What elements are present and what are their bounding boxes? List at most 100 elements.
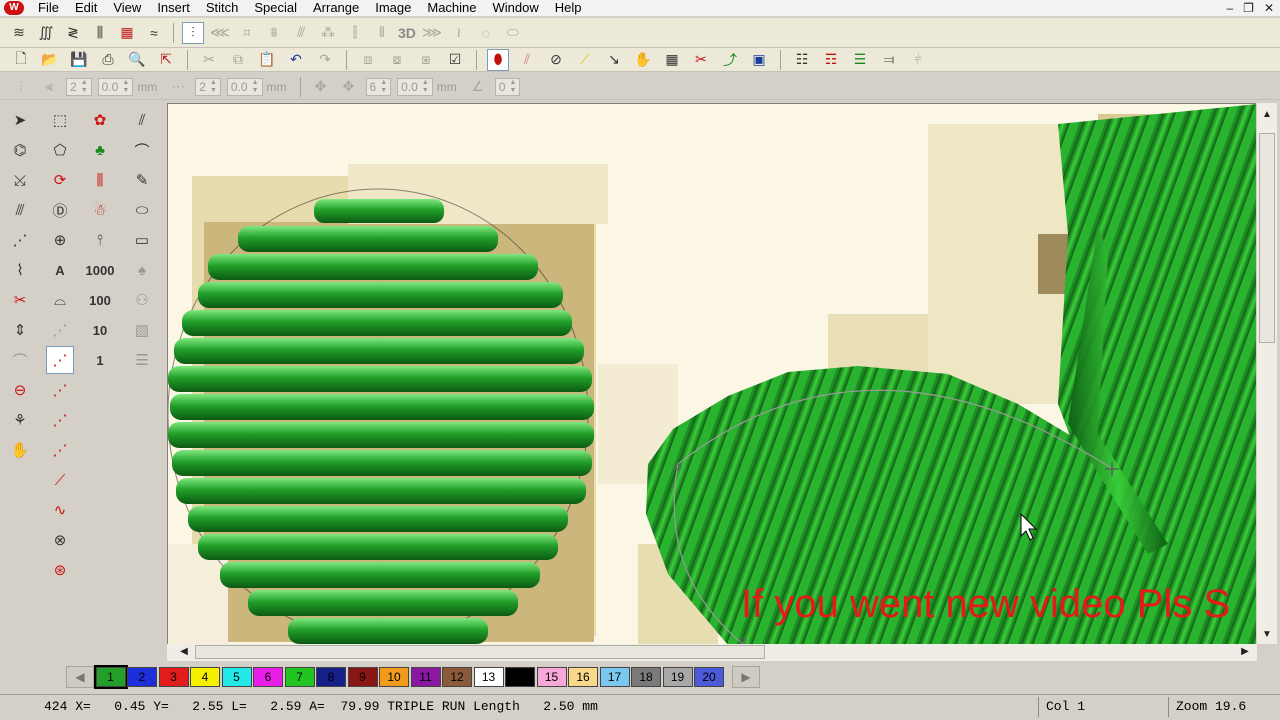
horizontal-scroll-thumb[interactable] <box>195 645 765 659</box>
color-swatch-6[interactable]: 6 <box>253 667 283 687</box>
menu-help[interactable]: Help <box>547 0 590 16</box>
satin-run-icon[interactable]: ⋰ <box>46 406 74 434</box>
zigzag-stitch-icon[interactable]: ≷ <box>62 22 84 44</box>
arch-text-icon[interactable]: ⌓ <box>46 286 74 314</box>
pattern-fill-icon[interactable]: ⌗ <box>236 22 258 44</box>
arc-tool-icon[interactable]: ⌒ <box>128 136 156 164</box>
select-arrow-icon[interactable]: ➤ <box>6 106 34 134</box>
menu-edit[interactable]: Edit <box>67 0 105 16</box>
angle-spinner[interactable]: 0 ▲ ▼ <box>494 77 521 96</box>
check-icon[interactable]: ☑ <box>444 49 466 71</box>
repeat-spinner[interactable]: 2 ▲ ▼ <box>195 77 221 96</box>
node-line-icon[interactable]: ⟋ <box>46 466 74 494</box>
show-jumps-icon[interactable]: ✂ <box>690 49 712 71</box>
design-canvas[interactable]: If you went new video Pls S <box>167 103 1256 644</box>
circle-run-icon[interactable]: ⊖ <box>6 376 34 404</box>
save-icon[interactable]: 💾 <box>68 49 90 71</box>
show-fabric-icon[interactable]: ⫽ <box>516 49 538 71</box>
menu-window[interactable]: Window <box>485 0 547 16</box>
stitch-count-100[interactable]: 100 <box>86 286 114 314</box>
contour-fill-icon[interactable]: ⩩ <box>263 22 285 44</box>
parallel-lines-icon[interactable]: ⫽ <box>128 106 156 134</box>
color-sort-icon[interactable]: ⚘ <box>6 406 34 434</box>
emboss-fill-icon[interactable]: ⫻ <box>290 22 312 44</box>
menu-special[interactable]: Special <box>246 0 305 16</box>
redo-icon[interactable]: ↷ <box>314 49 336 71</box>
copy-icon[interactable]: ⧉ <box>227 49 249 71</box>
ungroup-icon[interactable]: ⧇ <box>386 49 408 71</box>
node-edit-icon[interactable]: ⤩ <box>6 166 34 194</box>
vertical-scrollbar[interactable]: ▲ ▼ <box>1257 103 1277 644</box>
cut-stitch-icon[interactable]: ✂ <box>6 286 34 314</box>
rotate-icon[interactable]: ⟳ <box>46 166 74 194</box>
open-folder-icon[interactable]: 📂 <box>39 49 61 71</box>
color-swatch-9[interactable]: 9 <box>347 667 378 687</box>
hand-tool-icon[interactable]: ✋ <box>632 49 654 71</box>
color-swatch-19[interactable]: 19 <box>662 667 693 687</box>
image-edit-icon[interactable]: ▧ <box>128 316 156 344</box>
color-swatch-2[interactable]: 2 <box>127 667 157 687</box>
flower-motif-icon[interactable]: ✿ <box>86 106 114 134</box>
minimize-button[interactable]: – <box>1226 0 1233 16</box>
print-icon[interactable]: ⎙ <box>97 49 119 71</box>
shape-effect-icon[interactable]: ⬭ <box>502 22 524 44</box>
globe-fill-icon[interactable]: ⊕ <box>46 226 74 254</box>
figure-motif-icon[interactable]: ⚇ <box>128 286 156 314</box>
color-swatch-7[interactable]: 7 <box>284 667 315 687</box>
compass-icon[interactable]: ⊛ <box>46 556 74 584</box>
offset-spinner[interactable]: 0.0 ▲ ▼ <box>226 77 263 96</box>
stitch-count-1000[interactable]: 1000 <box>86 256 115 284</box>
needle-stitch-icon[interactable]: ⫯ <box>86 226 114 254</box>
palette-left-icon[interactable]: ◀ <box>66 666 94 688</box>
palette-right-icon[interactable]: ▶ <box>732 666 760 688</box>
stitch-insert-icon[interactable]: ⋰ <box>6 226 34 254</box>
radial-fill-icon[interactable]: ⁂ <box>317 22 339 44</box>
menu-stitch[interactable]: Stitch <box>198 0 247 16</box>
spiral-fill-icon[interactable]: ⫿ <box>344 22 366 44</box>
wave-effect-icon[interactable]: ≀ <box>448 22 470 44</box>
color-swatch-10[interactable]: 10 <box>379 667 409 687</box>
satin-column-icon[interactable]: ⫼ <box>86 166 114 194</box>
width-spinner[interactable]: 0.0 ▲ ▼ <box>397 77 433 96</box>
trapunto-icon[interactable]: ◌ <box>475 22 497 44</box>
texture-fill-icon[interactable]: ⋙ <box>421 22 443 44</box>
applique-icon[interactable]: ♠ <box>128 256 156 284</box>
stitch-count-1[interactable]: 1 <box>86 346 114 374</box>
distribute-icon[interactable]: ⫩ <box>907 49 929 71</box>
fill-stitch-icon[interactable]: ∭ <box>35 22 57 44</box>
column-stitch-icon[interactable]: ⫼ <box>89 22 111 44</box>
run-line-icon[interactable]: ⋰ <box>46 316 74 344</box>
color-swatch-4[interactable]: 4 <box>190 667 220 687</box>
color-swatch-18[interactable]: 18 <box>631 667 661 687</box>
person-motif-icon[interactable]: ☃ <box>86 196 114 224</box>
combine-icon[interactable]: ⧆ <box>415 49 437 71</box>
color-film-icon[interactable]: ▣ <box>748 49 770 71</box>
triple-run-icon[interactable]: ⋰ <box>46 346 74 374</box>
color-swatch-14[interactable]: 14 <box>505 667 535 687</box>
slow-redraw-icon[interactable]: ⤴ <box>719 49 741 71</box>
menu-file[interactable]: File <box>30 0 67 16</box>
vertical-scroll-thumb[interactable] <box>1259 133 1275 343</box>
stitch-edit-icon[interactable]: ⫻ <box>6 196 34 224</box>
stitch-list-icon[interactable]: ☶ <box>820 49 842 71</box>
edit-shape-icon[interactable]: ✎ <box>128 166 156 194</box>
stitch-count-10[interactable]: 10 <box>86 316 114 344</box>
undo-icon[interactable]: ↶ <box>285 49 307 71</box>
show-needle-points-icon[interactable]: ↘ <box>603 49 625 71</box>
properties-icon[interactable]: ☷ <box>791 49 813 71</box>
restore-button[interactable]: ❐ <box>1243 0 1254 16</box>
run-stitch-icon[interactable]: ⌇ <box>6 256 34 284</box>
run-fill-icon[interactable]: ⫶ <box>182 21 204 44</box>
close-button[interactable]: ✕ <box>1264 0 1274 16</box>
scroll-right-icon[interactable]: ▶ <box>1238 646 1252 657</box>
satin-stitch-icon[interactable]: ≋ <box>8 22 30 44</box>
send-to-machine-icon[interactable]: ⇱ <box>155 49 177 71</box>
zigzag-run-icon[interactable]: ⋰ <box>46 436 74 464</box>
tree-motif-icon[interactable]: ♣ <box>86 136 114 164</box>
report-icon[interactable]: ☰ <box>128 346 156 374</box>
motif-fill-icon[interactable]: ⋘ <box>209 22 231 44</box>
menu-insert[interactable]: Insert <box>149 0 198 16</box>
color-swatch-20[interactable]: 20 <box>694 667 724 687</box>
stop-hand-icon[interactable]: ✋ <box>6 436 34 464</box>
show-connectors-icon[interactable]: ⟋ <box>574 49 596 71</box>
